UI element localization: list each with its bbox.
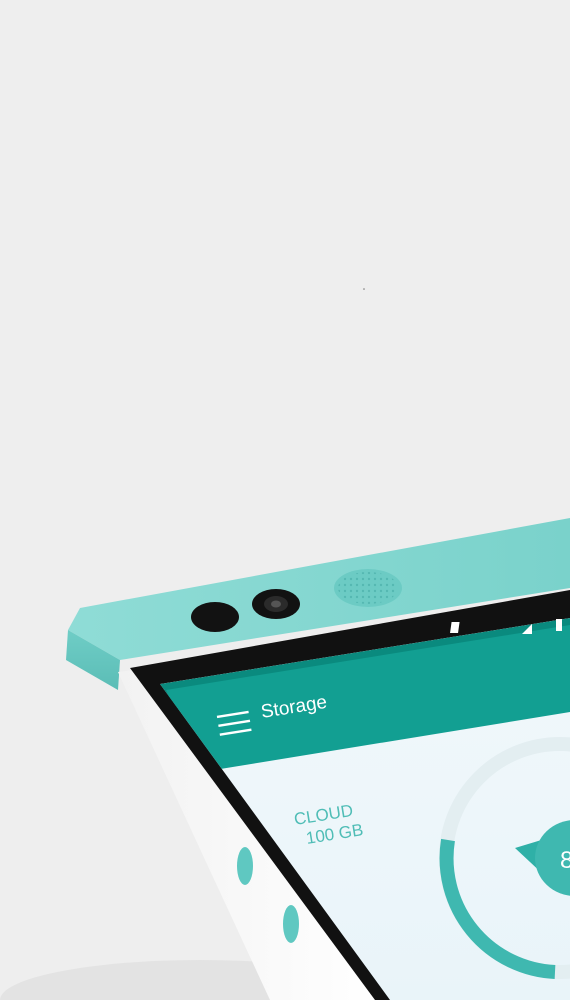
speaker-grille-icon bbox=[334, 569, 402, 607]
volume-down-button[interactable] bbox=[283, 905, 299, 943]
battery-icon bbox=[556, 619, 562, 631]
screen-background bbox=[160, 618, 570, 1000]
camera-icon bbox=[252, 589, 300, 619]
sensor-icon bbox=[191, 602, 239, 632]
gauge-value: 8 bbox=[560, 847, 570, 874]
wifi-icon bbox=[450, 622, 460, 633]
screen bbox=[160, 618, 570, 1000]
dust-speck bbox=[363, 288, 365, 290]
volume-up-button[interactable] bbox=[237, 847, 253, 885]
product-scene: Storage CLOUD 100 GB 8 bbox=[0, 288, 570, 1000]
